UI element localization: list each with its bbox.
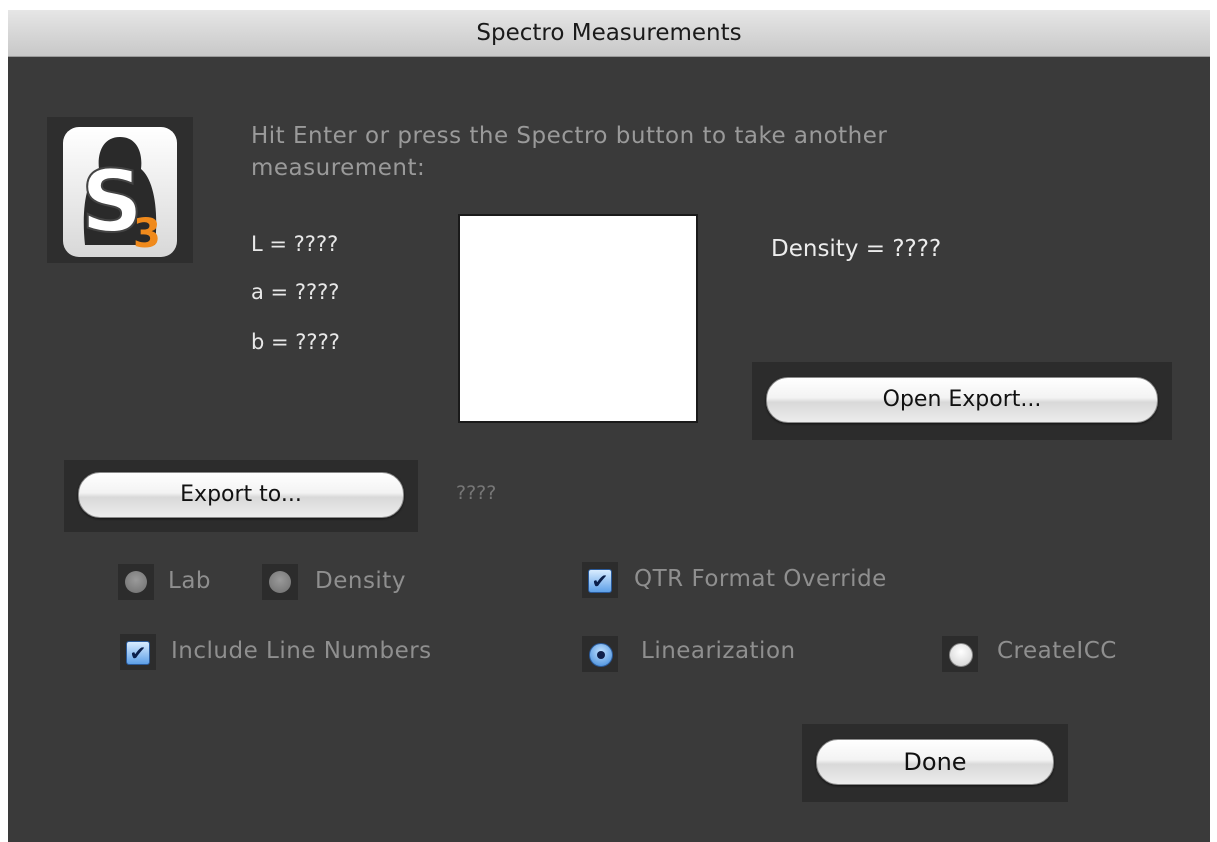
linearization-label: Linearization xyxy=(641,638,796,664)
line-numbers-label: Include Line Numbers xyxy=(171,638,432,664)
instructions-text: Hit Enter or press the Spectro button to… xyxy=(251,123,888,181)
spectro-measurements-window: Spectro Measurements S 3 Hit Enter or pr… xyxy=(8,10,1210,842)
export-to-button-frame: Export to... xyxy=(64,460,418,532)
done-button-frame: Done xyxy=(802,724,1068,802)
lab-radio-label: Lab xyxy=(168,568,212,594)
qtr-format-label: QTR Format Override xyxy=(634,566,887,592)
window-titlebar: Spectro Measurements xyxy=(8,10,1210,57)
qtr-format-checkbox-frame: ✔ xyxy=(582,562,618,598)
linearization-radio-frame xyxy=(582,636,618,672)
lab-l-value: L = ???? xyxy=(251,232,339,256)
lab-radio[interactable] xyxy=(125,571,147,593)
density-radio-label: Density xyxy=(315,568,406,594)
lab-radio-frame xyxy=(118,564,154,600)
app-logo-icon: S 3 xyxy=(63,127,177,257)
createicc-label: CreateICC xyxy=(997,638,1117,664)
createicc-radio[interactable] xyxy=(949,643,973,667)
radio-selected-dot xyxy=(597,651,605,659)
app-icon-frame: S 3 xyxy=(47,117,193,263)
lab-b-value: b = ???? xyxy=(251,330,340,354)
done-button[interactable]: Done xyxy=(816,739,1054,785)
export-to-button[interactable]: Export to... xyxy=(78,472,404,518)
svg-text:3: 3 xyxy=(133,211,161,257)
line-numbers-checkbox-frame: ✔ xyxy=(120,634,156,670)
linearization-radio[interactable] xyxy=(589,643,613,667)
color-swatch xyxy=(458,214,698,423)
export-path-text: ???? xyxy=(456,482,497,504)
density-radio[interactable] xyxy=(269,571,291,593)
qtr-format-checkbox[interactable]: ✔ xyxy=(588,569,612,593)
open-export-button-frame: Open Export... xyxy=(752,362,1172,440)
open-export-button[interactable]: Open Export... xyxy=(766,377,1158,423)
createicc-radio-frame xyxy=(942,636,978,672)
density-value: Density = ???? xyxy=(771,236,942,262)
line-numbers-checkbox[interactable]: ✔ xyxy=(126,641,150,665)
lab-a-value: a = ???? xyxy=(251,280,340,304)
density-radio-frame xyxy=(262,564,298,600)
